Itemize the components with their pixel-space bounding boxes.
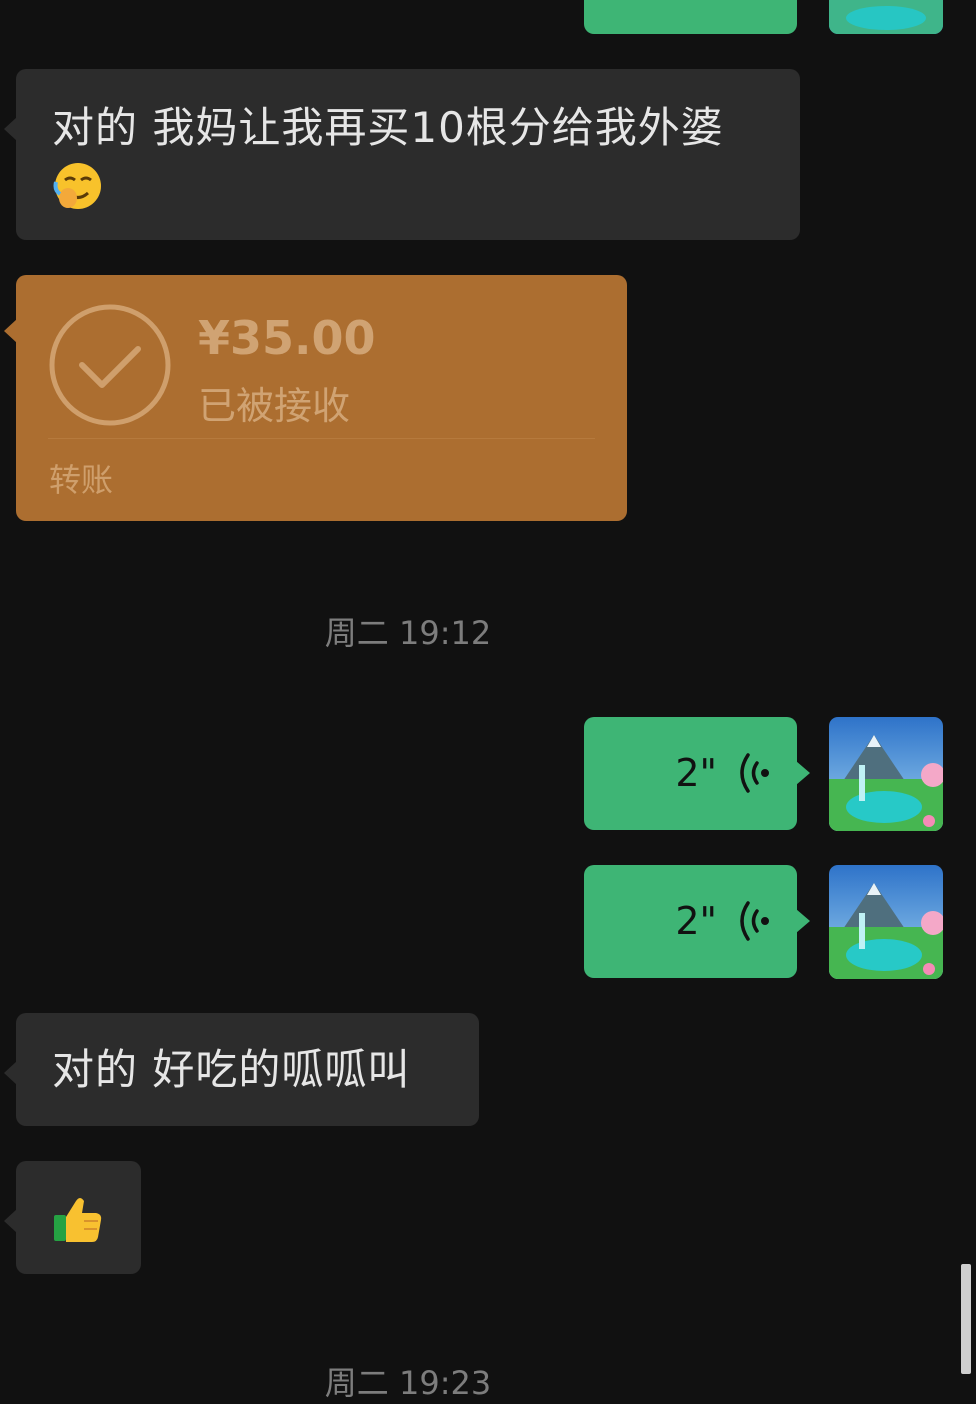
check-circle-icon xyxy=(48,303,172,427)
voice-wave-icon xyxy=(737,899,773,943)
my-avatar[interactable] xyxy=(829,865,943,979)
voice-wave-icon xyxy=(737,751,773,795)
transfer-amount: ¥35.00 xyxy=(198,311,376,365)
received-emoji-bubble[interactable] xyxy=(4,1161,141,1274)
transfer-status: 已被接收 xyxy=(198,384,351,428)
message-text: 对的 好吃的呱呱叫 xyxy=(52,1045,411,1094)
laughing-face-emoji-icon xyxy=(52,160,104,229)
received-message-bubble[interactable]: 对的 我妈让我再买10根分给我外婆 xyxy=(4,69,800,240)
transfer-label: 转账 xyxy=(49,461,114,499)
sent-voice-bubble-partial[interactable] xyxy=(584,0,797,34)
timestamp: 周二 19:23 xyxy=(324,1364,492,1402)
sent-voice-bubble[interactable]: 2" xyxy=(584,865,810,978)
my-avatar[interactable] xyxy=(829,0,943,34)
scrollbar[interactable] xyxy=(961,1264,971,1374)
divider xyxy=(48,438,595,439)
thumbs-up-emoji-icon xyxy=(52,1193,104,1249)
sent-voice-bubble[interactable]: 2" xyxy=(584,717,810,830)
message-text: 对的 我妈让我再买10根分给我外婆 xyxy=(52,97,768,229)
received-message-bubble[interactable]: 对的 好吃的呱呱叫 xyxy=(4,1013,479,1126)
voice-duration: 2" xyxy=(675,899,717,943)
transfer-card[interactable]: ¥35.00 已被接收 转账 xyxy=(4,275,627,521)
my-avatar[interactable] xyxy=(829,717,943,831)
timestamp: 周二 19:12 xyxy=(324,614,492,652)
voice-duration: 2" xyxy=(675,751,717,795)
